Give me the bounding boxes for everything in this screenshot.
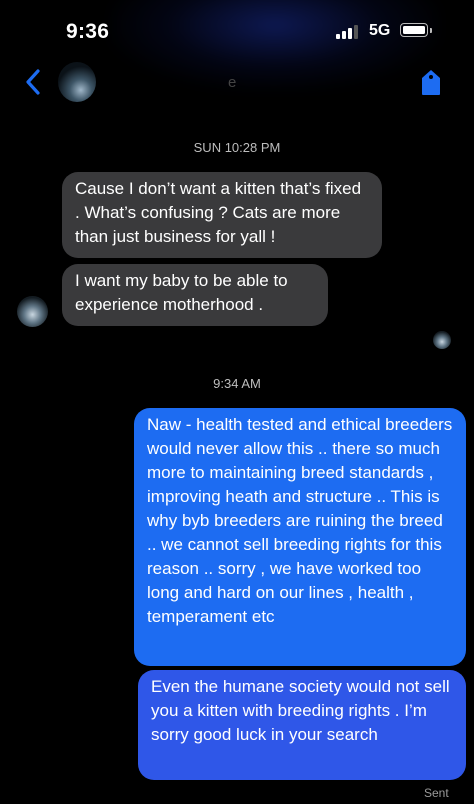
sent-message[interactable]: Even the humane society would not sell y… bbox=[138, 670, 466, 780]
contact-name[interactable]: e bbox=[228, 74, 236, 91]
timestamp: 9:34 AM bbox=[213, 376, 261, 391]
received-message[interactable]: Cause I don’t want a kitten that’s fixed… bbox=[62, 172, 382, 258]
contact-avatar[interactable] bbox=[58, 62, 96, 102]
status-time: 9:36 bbox=[66, 20, 110, 43]
battery-icon bbox=[400, 23, 428, 37]
network-type: 5G bbox=[369, 22, 391, 39]
tag-icon[interactable] bbox=[420, 69, 442, 96]
read-receipt-avatar bbox=[433, 331, 451, 349]
background-glow bbox=[110, 0, 440, 90]
received-message[interactable]: I want my baby to be able to experience … bbox=[62, 264, 328, 326]
battery-cap bbox=[430, 28, 432, 33]
signal-strength-icon bbox=[336, 25, 362, 39]
timestamp: SUN 10:28 PM bbox=[193, 140, 281, 155]
sender-avatar[interactable] bbox=[17, 296, 48, 327]
chevron-left-icon[interactable] bbox=[22, 68, 46, 96]
sent-message[interactable]: Naw - health tested and ethical breeders… bbox=[134, 408, 466, 666]
delivery-status: Sent bbox=[424, 786, 449, 800]
